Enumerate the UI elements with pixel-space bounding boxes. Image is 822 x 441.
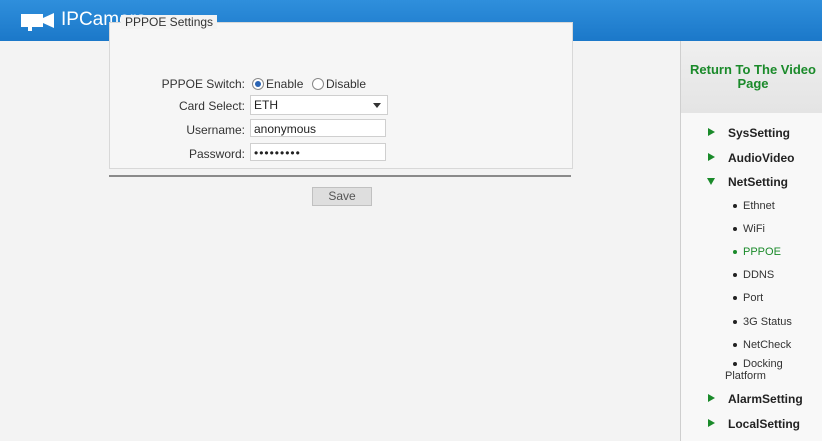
enable-radio[interactable]: [252, 78, 264, 90]
camera-icon: [21, 13, 54, 31]
sub-item-netcheck[interactable]: NetCheck: [733, 339, 791, 351]
collapse-arrow-icon[interactable]: [707, 178, 715, 185]
sub-item-pppoe[interactable]: PPPOE: [733, 246, 781, 258]
disable-radio[interactable]: [312, 78, 324, 90]
username-input[interactable]: anonymous: [250, 119, 386, 137]
menu-item-localsetting[interactable]: LocalSetting: [728, 417, 800, 431]
enable-label: Enable: [266, 77, 304, 91]
bullet: [733, 343, 737, 348]
card-select[interactable]: ETH: [250, 95, 388, 115]
bullet: [733, 250, 737, 255]
menu-item-netsetting[interactable]: NetSetting: [728, 175, 788, 189]
bullet: [733, 296, 737, 301]
fieldset-legend: PPPOE Settings: [121, 15, 218, 29]
card-select-value: ETH: [254, 98, 278, 112]
expand-arrow-icon[interactable]: [708, 394, 715, 402]
password-label: Password:: [188, 147, 245, 161]
username-label: Username:: [186, 123, 245, 137]
return-to-video-link[interactable]: Return To The Video Page: [686, 63, 820, 91]
sub-item-port[interactable]: Port: [733, 292, 763, 304]
switch-label: PPPOE Switch:: [161, 77, 245, 91]
sub-item-wifi[interactable]: WiFi: [733, 223, 765, 235]
save-button[interactable]: Save: [312, 187, 372, 206]
sub-item-ethnet[interactable]: Ethnet: [733, 200, 775, 212]
card-select-label: Card Select:: [178, 99, 245, 113]
bullet: [733, 320, 737, 325]
sub-item-docking-platform[interactable]: Docking Platform: [725, 358, 795, 382]
menu-item-audiovideo[interactable]: AudioVideo: [728, 151, 794, 165]
bullet: [733, 204, 737, 209]
expand-arrow-icon[interactable]: [708, 128, 715, 136]
disable-label: Disable: [326, 77, 367, 91]
sub-item-ddns[interactable]: DDNS: [733, 269, 774, 281]
expand-arrow-icon[interactable]: [708, 153, 715, 161]
sub-item-3g-status[interactable]: 3G Status: [733, 316, 792, 328]
expand-arrow-icon[interactable]: [708, 419, 715, 427]
chevron-down-icon: [373, 103, 381, 108]
bullet: [733, 362, 737, 367]
bullet: [733, 273, 737, 278]
menu-item-syssetting[interactable]: SysSetting: [728, 126, 790, 140]
bullet: [733, 227, 737, 232]
password-input[interactable]: •••••••••: [250, 143, 386, 161]
menu-item-alarmsetting[interactable]: AlarmSetting: [728, 392, 803, 406]
divider: [109, 175, 571, 177]
